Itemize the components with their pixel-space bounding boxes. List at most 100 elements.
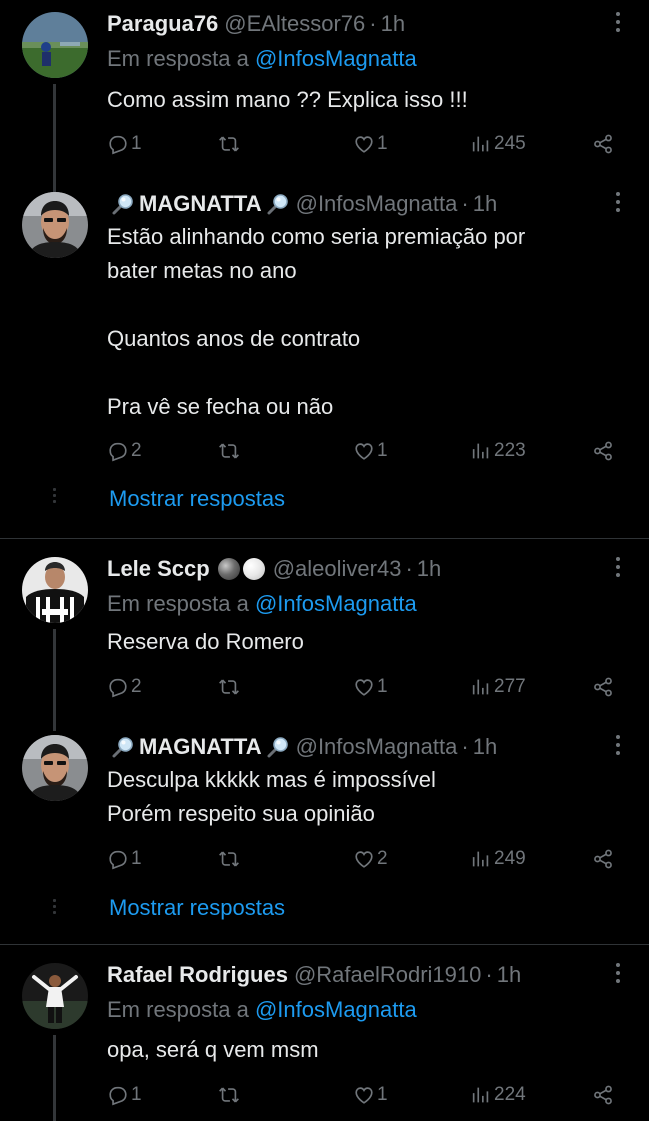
like-button[interactable]: 1: [353, 131, 388, 157]
like-icon: [353, 133, 375, 155]
retweet-button[interactable]: [218, 438, 240, 464]
share-button[interactable]: [592, 674, 614, 700]
retweet-icon: [218, 848, 240, 870]
display-name[interactable]: MAGNATTA: [139, 734, 262, 760]
like-button[interactable]: 1: [353, 1082, 388, 1108]
tweet-text: Desculpa kkkkk mas é impossível Porém re…: [107, 767, 436, 826]
separator: ·: [461, 734, 469, 759]
separator: ·: [485, 962, 493, 987]
reply-context: Em resposta a @InfosMagnatta: [107, 997, 417, 1023]
views-count: 277: [494, 676, 526, 697]
reply-button[interactable]: 1: [107, 131, 142, 157]
like-count: 2: [377, 848, 388, 869]
reply-prefix: Em resposta a: [107, 46, 249, 71]
separator: ·: [369, 11, 377, 36]
more-icon[interactable]: [615, 963, 621, 987]
tweet[interactable]: Paragua76 @EAltessor76 · 1h Em resposta …: [0, 10, 649, 192]
tweet[interactable]: MAGNATTA @InfosMagnatta · 1h Estão alinh…: [0, 190, 649, 511]
reply-icon: [107, 676, 129, 698]
retweet-button[interactable]: [218, 674, 240, 700]
more-icon[interactable]: [615, 735, 621, 759]
thread-line: [53, 629, 56, 731]
share-button[interactable]: [592, 846, 614, 872]
display-name[interactable]: Lele Sccp: [107, 556, 210, 582]
reply-prefix: Em resposta a: [107, 591, 249, 616]
share-icon: [592, 676, 614, 698]
handle[interactable]: @EAltessor76: [224, 11, 365, 37]
display-name[interactable]: MAGNATTA: [139, 191, 262, 217]
retweet-button[interactable]: [218, 1082, 240, 1108]
divider: [0, 944, 649, 945]
like-count: 1: [377, 440, 388, 461]
views-button[interactable]: 224: [470, 1082, 526, 1108]
tweet[interactable]: MAGNATTA @InfosMagnatta · 1h Desculpa kk…: [0, 733, 649, 933]
tweet[interactable]: Lele Sccp @aleoliver43 · 1h Em resposta …: [0, 555, 649, 731]
views-button[interactable]: 277: [470, 674, 526, 700]
reply-button[interactable]: 1: [107, 846, 142, 872]
views-button[interactable]: 245: [470, 131, 526, 157]
show-replies-link[interactable]: Mostrar respostas: [109, 895, 285, 921]
magnifier-emoji-icon: [266, 192, 290, 216]
display-name[interactable]: Paragua76: [107, 11, 218, 37]
handle[interactable]: @aleoliver43: [273, 556, 402, 582]
reply-mention-link[interactable]: @InfosMagnatta: [255, 997, 417, 1022]
reply-button[interactable]: 2: [107, 674, 142, 700]
views-button[interactable]: 249: [470, 846, 526, 872]
magnifier-emoji-icon: [111, 735, 135, 759]
more-icon[interactable]: [615, 12, 621, 36]
handle[interactable]: @InfosMagnatta: [296, 191, 458, 217]
reply-icon: [107, 848, 129, 870]
reply-context: Em resposta a @InfosMagnatta: [107, 591, 417, 617]
like-button[interactable]: 1: [353, 438, 388, 464]
reply-mention-link[interactable]: @InfosMagnatta: [255, 46, 417, 71]
show-replies-link[interactable]: Mostrar respostas: [109, 486, 285, 512]
timestamp[interactable]: 1h: [381, 11, 405, 37]
reply-icon: [107, 133, 129, 155]
share-icon: [592, 133, 614, 155]
reply-icon: [107, 440, 129, 462]
avatar[interactable]: [22, 192, 88, 258]
thread-dots: [53, 488, 56, 506]
like-count: 1: [377, 1084, 388, 1105]
share-button[interactable]: [592, 438, 614, 464]
reply-mention-link[interactable]: @InfosMagnatta: [255, 591, 417, 616]
tweet[interactable]: Rafael Rodrigues @RafaelRodri1910 · 1h E…: [0, 961, 649, 1121]
views-count: 224: [494, 1084, 526, 1105]
share-button[interactable]: [592, 1082, 614, 1108]
timestamp[interactable]: 1h: [497, 962, 521, 988]
more-icon[interactable]: [615, 192, 621, 216]
like-count: 1: [377, 133, 388, 154]
views-count: 223: [494, 440, 526, 461]
like-icon: [353, 440, 375, 462]
views-icon: [470, 848, 492, 870]
action-bar: 2 1 223: [107, 438, 627, 464]
retweet-icon: [218, 440, 240, 462]
avatar[interactable]: [22, 735, 88, 801]
timestamp[interactable]: 1h: [473, 191, 497, 217]
share-icon: [592, 440, 614, 462]
views-button[interactable]: 223: [470, 438, 526, 464]
retweet-button[interactable]: [218, 131, 240, 157]
white-ball-emoji-icon: [242, 558, 265, 580]
timestamp[interactable]: 1h: [417, 556, 441, 582]
reply-button[interactable]: 1: [107, 1082, 142, 1108]
like-icon: [353, 848, 375, 870]
reply-button[interactable]: 2: [107, 438, 142, 464]
tweet-text: Reserva do Romero: [107, 629, 304, 654]
like-button[interactable]: 2: [353, 846, 388, 872]
share-button[interactable]: [592, 131, 614, 157]
like-button[interactable]: 1: [353, 674, 388, 700]
handle[interactable]: @RafaelRodri1910: [294, 962, 481, 988]
retweet-button[interactable]: [218, 846, 240, 872]
reply-context: Em resposta a @InfosMagnatta: [107, 46, 417, 72]
retweet-icon: [218, 133, 240, 155]
avatar[interactable]: [22, 12, 88, 78]
avatar[interactable]: [22, 557, 88, 623]
tweet-text: opa, será q vem msm: [107, 1037, 319, 1062]
timestamp[interactable]: 1h: [473, 734, 497, 760]
display-name[interactable]: Rafael Rodrigues: [107, 962, 288, 988]
avatar[interactable]: [22, 963, 88, 1029]
handle[interactable]: @InfosMagnatta: [296, 734, 458, 760]
more-icon[interactable]: [615, 557, 621, 581]
reply-count: 1: [131, 848, 142, 869]
